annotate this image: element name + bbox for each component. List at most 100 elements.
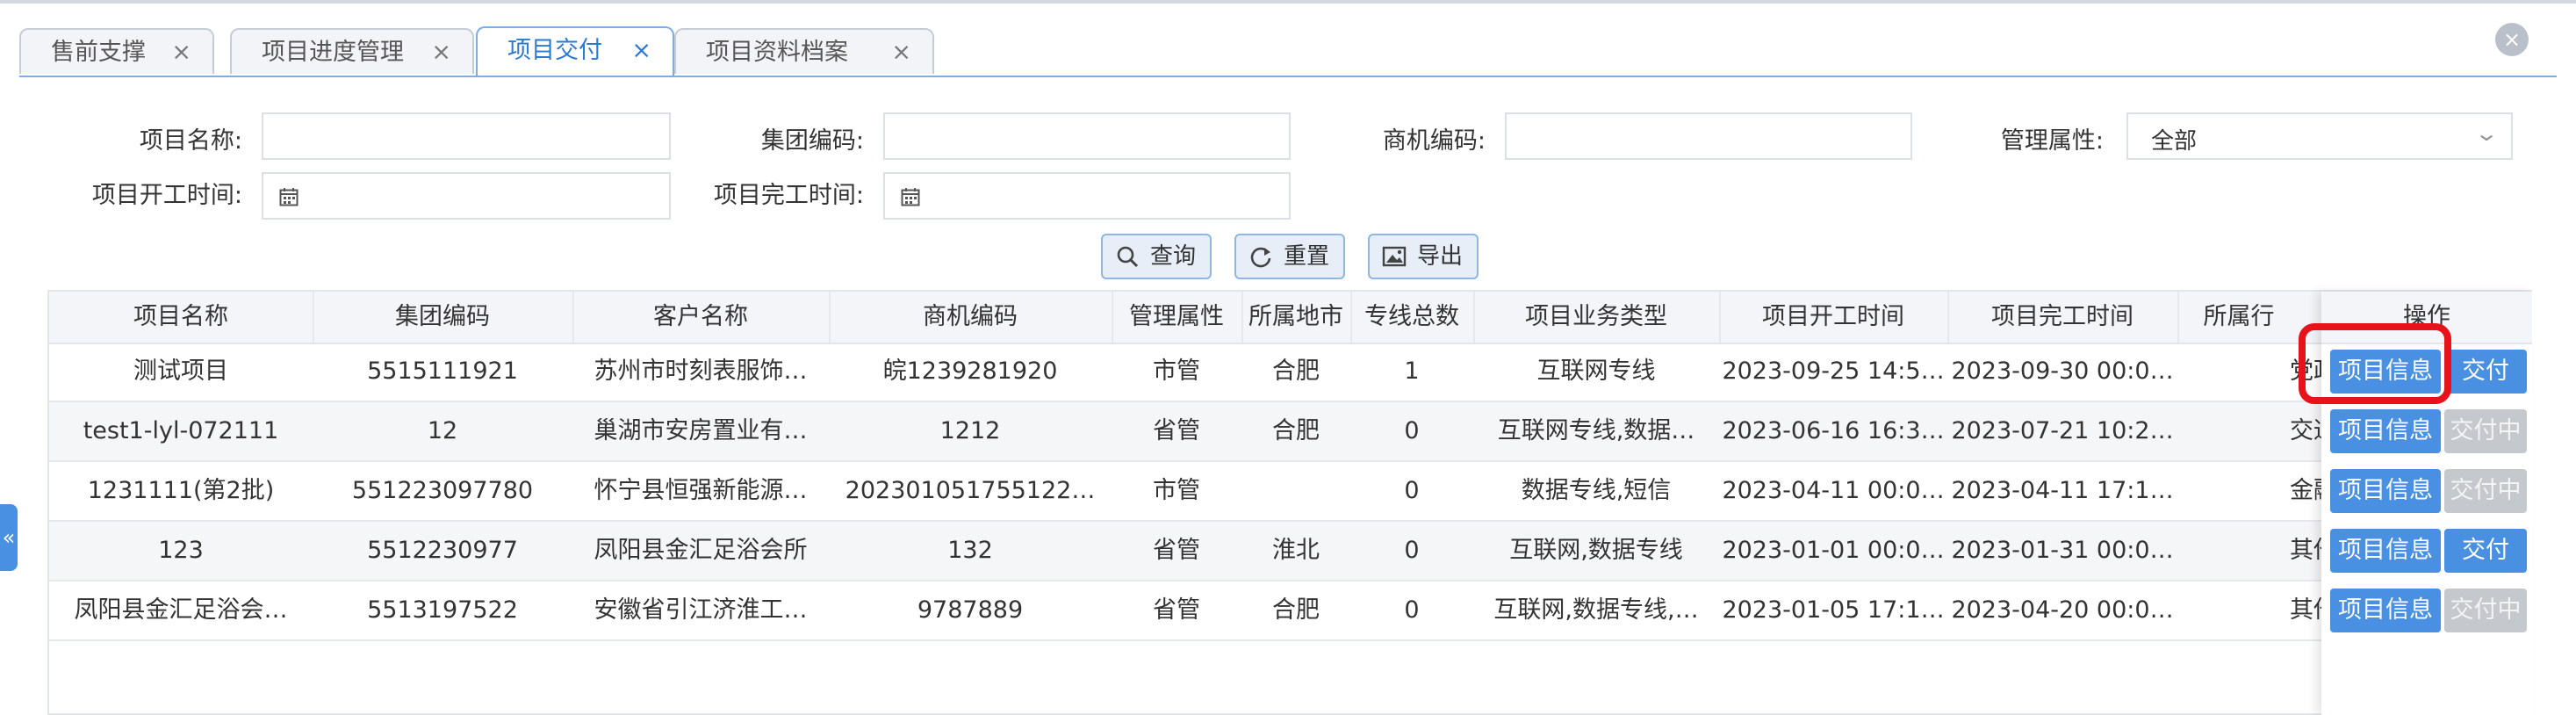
table-row[interactable]: 测试项目 5515111921 苏州市时刻表服饰… 皖1239281920 市管… (49, 343, 2530, 402)
opportunity-code-input[interactable] (1505, 112, 1912, 160)
cell-customer-name: 安徽省引江济淮工… (594, 596, 808, 624)
project-info-button[interactable]: 项目信息 (2330, 529, 2441, 573)
sidebar-expand-icon[interactable]: « (0, 504, 18, 571)
tab-presales[interactable]: 售前支撑 × (19, 28, 214, 74)
cell-business-type: 互联网,数据专线 (1509, 537, 1683, 564)
group-code-label: 集团编码: (760, 127, 864, 155)
cell-opportunity-code: 1212 (939, 417, 1001, 444)
cell-start-time: 2023-01-05 17:1… (1722, 596, 1945, 624)
tab-progress[interactable]: 项目进度管理 × (230, 28, 474, 74)
cell-line-total: 0 (1404, 477, 1420, 504)
top-border (0, 0, 2576, 4)
cell-business-type: 互联网专线,数据… (1497, 417, 1695, 444)
cell-project-name: 123 (158, 537, 204, 564)
mgmt-attr-select[interactable]: 全部 ⌄ (2126, 112, 2513, 160)
project-info-button[interactable]: 项目信息 (2330, 469, 2441, 513)
cell-project-name: 测试项目 (133, 358, 228, 385)
highlight-box (2299, 323, 2451, 404)
project-info-button[interactable]: 项目信息 (2330, 589, 2441, 632)
close-icon[interactable]: × (631, 28, 651, 74)
query-label: 查询 (1150, 243, 1197, 270)
finish-time-input[interactable] (883, 172, 1291, 220)
cell-line-total: 0 (1404, 417, 1420, 444)
project-name-label: 项目名称: (139, 127, 242, 155)
cell-start-time: 2023-04-11 00:0… (1722, 477, 1945, 504)
mgmt-attr-label: 管理属性: (2000, 127, 2104, 155)
cell-mgmt-attr: 市管 (1153, 358, 1200, 385)
tab-delivery[interactable]: 项目交付 × (476, 26, 674, 76)
cell-opportunity-code: 202301051755122… (845, 477, 1096, 504)
cell-mgmt-attr: 省管 (1153, 596, 1200, 624)
group-code-input[interactable] (883, 112, 1291, 160)
cell-group-code: 551223097780 (351, 477, 534, 504)
refresh-icon (1250, 247, 1271, 268)
cell-city: 淮北 (1272, 537, 1320, 564)
col-project-name[interactable]: 项目名称 (49, 292, 314, 343)
project-info-button[interactable]: 项目信息 (2330, 409, 2441, 453)
col-business-type[interactable]: 项目业务类型 (1473, 292, 1721, 343)
cell-finish-time: 2023-07-21 10:2… (1951, 417, 2174, 444)
col-customer-name[interactable]: 客户名称 (572, 292, 831, 343)
start-time-label: 项目开工时间: (91, 182, 242, 209)
col-group-code[interactable]: 集团编码 (313, 292, 574, 343)
chevron-down-icon: ⌄ (2473, 121, 2500, 146)
tab-bar: 售前支撑 × 项目进度管理 × 项目交付 × 项目资料档案 × (19, 25, 2557, 77)
table-row[interactable]: 1231111(第2批) 551223097780 怀宁县恒强新能源… 2023… (49, 462, 2530, 522)
cell-city: 合肥 (1272, 596, 1320, 624)
cell-city (1241, 462, 1350, 520)
tab-label: 售前支撑 (51, 39, 146, 66)
cell-start-time: 2023-09-25 14:5… (1722, 358, 1945, 385)
start-time-input[interactable] (262, 172, 671, 220)
tab-label: 项目进度管理 (262, 39, 404, 66)
cell-start-time: 2023-06-16 16:3… (1722, 417, 1945, 444)
col-industry[interactable]: 所属行 (2177, 292, 2300, 343)
cell-group-code: 5513197522 (367, 596, 518, 624)
table-row[interactable]: 凤阳县金汇足浴会… 5513197522 安徽省引江济淮工… 9787889 省… (49, 581, 2530, 641)
cell-group-code: 12 (427, 417, 458, 444)
search-icon (1117, 246, 1139, 268)
table-row[interactable]: 123 5512230977 凤阳县金汇足浴会所 132 省管 淮北 0 互联网… (49, 522, 2530, 581)
close-icon[interactable]: × (431, 30, 451, 76)
delivering-button: 交付中 (2444, 589, 2527, 632)
cell-project-name: 凤阳县金汇足浴会… (74, 596, 288, 624)
col-city[interactable]: 所属地市 (1241, 292, 1352, 343)
cell-opportunity-code: 9787889 (917, 596, 1024, 624)
cell-mgmt-attr: 市管 (1153, 477, 1200, 504)
close-icon[interactable]: × (891, 30, 911, 76)
tab-archive[interactable]: 项目资料档案 × (674, 28, 934, 74)
image-export-icon (1382, 246, 1407, 267)
col-opportunity-code[interactable]: 商机编码 (829, 292, 1113, 343)
close-icon[interactable]: × (171, 30, 191, 76)
calendar-icon (901, 188, 920, 206)
cell-line-total: 0 (1404, 596, 1420, 624)
window-close-icon[interactable]: × (2495, 23, 2529, 56)
calendar-icon (279, 188, 299, 206)
deliver-button[interactable]: 交付 (2444, 529, 2527, 573)
project-name-input[interactable] (262, 112, 671, 160)
cell-opportunity-code: 皖1239281920 (882, 358, 1058, 385)
cell-mgmt-attr: 省管 (1153, 417, 1200, 444)
table-row[interactable]: test1-lyl-072111 12 巢湖市安房置业有… 1212 省管 合肥… (49, 402, 2530, 462)
cell-opportunity-code: 132 (947, 537, 993, 564)
deliver-button[interactable]: 交付 (2444, 350, 2527, 394)
cell-city: 合肥 (1272, 417, 1320, 444)
mgmt-attr-value: 全部 (2151, 128, 2198, 155)
cell-customer-name: 凤阳县金汇足浴会所 (594, 537, 808, 564)
opportunity-code-label: 商机编码: (1382, 127, 1486, 155)
delivering-button: 交付中 (2444, 469, 2527, 513)
cell-group-code: 5515111921 (367, 358, 518, 385)
export-button[interactable]: 导出 (1368, 234, 1479, 279)
col-mgmt-attr[interactable]: 管理属性 (1112, 292, 1243, 343)
reset-button[interactable]: 重置 (1234, 234, 1345, 279)
col-line-total[interactable]: 专线总数 (1350, 292, 1475, 343)
cell-customer-name: 怀宁县恒强新能源… (594, 477, 808, 504)
cell-line-total: 1 (1404, 358, 1420, 385)
cell-business-type: 互联网专线 (1536, 358, 1656, 385)
delivering-button: 交付中 (2444, 409, 2527, 453)
col-finish-time[interactable]: 项目完工时间 (1947, 292, 2179, 343)
export-label: 导出 (1417, 243, 1464, 270)
reset-label: 重置 (1284, 243, 1330, 270)
col-start-time[interactable]: 项目开工时间 (1719, 292, 1949, 343)
cell-finish-time: 2023-04-11 17:1… (1951, 477, 2174, 504)
query-button[interactable]: 查询 (1101, 234, 1212, 279)
